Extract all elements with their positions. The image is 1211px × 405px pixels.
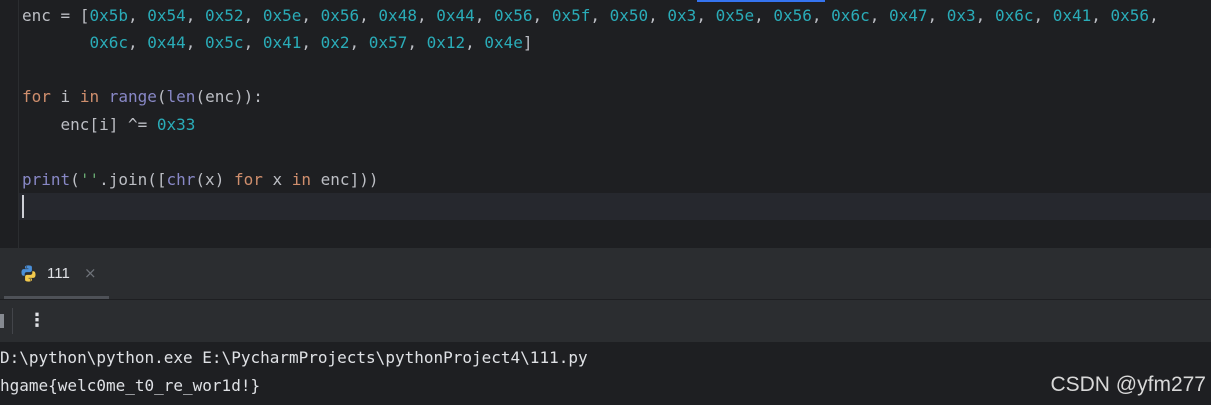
code-token: 0x6c xyxy=(89,33,128,52)
code-token: ( xyxy=(70,170,80,189)
code-token: i xyxy=(50,87,80,106)
code-token: , xyxy=(127,6,148,25)
run-tool-window: 111 × ⋮ D:\python\python.exe E:\PycharmP… xyxy=(0,248,1211,405)
code-token: 0x47 xyxy=(888,6,928,25)
code-token: 0x41 xyxy=(1052,6,1092,25)
code-token: , xyxy=(1091,6,1111,25)
close-icon[interactable]: × xyxy=(84,264,97,283)
code-token: 0x56 xyxy=(494,6,533,25)
stop-icon[interactable] xyxy=(0,314,4,328)
code-token: , xyxy=(811,6,832,25)
run-tab-bar: 111 × xyxy=(0,248,1211,300)
code-token: print xyxy=(22,170,71,189)
console-command-line: D:\python\python.exe E:\PycharmProjects\… xyxy=(0,348,588,367)
code-token: 0x2 xyxy=(320,33,350,52)
code-token: , xyxy=(185,33,206,52)
code-token: , xyxy=(1033,6,1053,25)
code-token: enc[i] ^= xyxy=(22,115,157,134)
code-token: 0x3 xyxy=(946,6,976,25)
active-tab-indicator xyxy=(4,296,109,299)
code-token: enc = [ xyxy=(22,6,90,25)
code-token: , xyxy=(301,33,321,52)
code-token: , xyxy=(407,33,427,52)
code-token: , xyxy=(243,33,263,52)
run-tab-label: 111 xyxy=(47,265,70,282)
code-editor[interactable]: enc = [0x5b, 0x54, 0x52, 0x5e, 0x56, 0x4… xyxy=(0,0,1211,248)
code-token: 0x41 xyxy=(262,33,302,52)
code-token: 0x56 xyxy=(320,6,360,25)
run-tab-111[interactable]: 111 × xyxy=(4,248,109,299)
code-token: , xyxy=(648,6,668,25)
current-line-highlight xyxy=(19,193,1211,220)
code-token: 0x52 xyxy=(205,6,244,25)
code-token: in xyxy=(79,87,100,106)
code-token: , xyxy=(975,6,995,25)
code-token: ] xyxy=(522,33,533,52)
code-token: 0x6c xyxy=(831,6,870,25)
code-token: , xyxy=(127,33,148,52)
code-token: for xyxy=(22,87,51,106)
code-token: 0x3 xyxy=(667,6,697,25)
code-token: .join([ xyxy=(99,170,167,189)
more-options-icon[interactable]: ⋮ xyxy=(28,308,46,334)
toolbar-divider xyxy=(12,308,13,334)
code-token: , xyxy=(465,33,485,52)
text-caret xyxy=(22,195,24,218)
code-token: 0x5b xyxy=(89,6,128,25)
code-token: , xyxy=(532,6,552,25)
code-token: 0x5f xyxy=(551,6,591,25)
code-token: (x) xyxy=(195,170,234,189)
code-token: , xyxy=(416,6,437,25)
code-token: , xyxy=(185,6,206,25)
code-token: for xyxy=(233,170,263,189)
code-token: len xyxy=(166,87,196,106)
python-icon xyxy=(21,265,36,282)
code-line-for[interactable]: for i in range(len(enc)): xyxy=(22,83,263,111)
console-program-output: hgame{welc0me_t0_re_wor1d!} xyxy=(0,376,261,395)
code-token: 0x33 xyxy=(156,115,196,134)
code-token: enc])) xyxy=(311,170,379,189)
code-token: , xyxy=(301,6,321,25)
code-token: 0x54 xyxy=(147,6,186,25)
code-token: 0x6c xyxy=(994,6,1034,25)
code-token: ( xyxy=(156,87,167,106)
code-token: 0x12 xyxy=(426,33,466,52)
watermark: CSDN @yfm277 xyxy=(1050,373,1206,396)
code-token: 0x50 xyxy=(609,6,649,25)
code-token: 0x44 xyxy=(147,33,186,52)
code-token: 0x56 xyxy=(773,6,812,25)
code-token: , xyxy=(590,6,610,25)
console-output[interactable]: D:\python\python.exe E:\PycharmProjects\… xyxy=(0,342,1211,405)
code-token: 0x5e xyxy=(715,6,755,25)
code-line-enc-continued[interactable]: 0x6c, 0x44, 0x5c, 0x41, 0x2, 0x57, 0x12,… xyxy=(22,29,533,57)
code-line-enc[interactable]: enc = [0x5b, 0x54, 0x52, 0x5e, 0x56, 0x4… xyxy=(22,2,1159,30)
code-token: (enc)): xyxy=(195,87,263,106)
code-token: 0x5e xyxy=(262,6,302,25)
code-token: 0x4e xyxy=(484,33,523,52)
code-line-xor[interactable]: enc[i] ^= 0x33 xyxy=(22,111,196,139)
code-line-print[interactable]: print(''.join([chr(x) for x in enc])) xyxy=(22,166,378,194)
code-token: , xyxy=(927,6,947,25)
code-token: , xyxy=(754,6,774,25)
code-token: range xyxy=(108,87,157,106)
code-token: x xyxy=(262,170,292,189)
console-toolbar: ⋮ xyxy=(0,300,1211,341)
code-token: , xyxy=(243,6,263,25)
code-token: '' xyxy=(79,170,100,189)
code-token: in xyxy=(291,170,312,189)
code-token: , xyxy=(1149,6,1159,25)
code-token: , xyxy=(349,33,369,52)
code-token: 0x57 xyxy=(368,33,408,52)
code-token: chr xyxy=(166,170,196,189)
code-token: 0x56 xyxy=(1110,6,1150,25)
code-token: 0x5c xyxy=(205,33,244,52)
code-token: , xyxy=(474,6,495,25)
code-token: 0x44 xyxy=(436,6,475,25)
code-token: , xyxy=(359,6,379,25)
code-token: , xyxy=(696,6,716,25)
code-token: , xyxy=(869,6,889,25)
code-token: 0x48 xyxy=(378,6,417,25)
